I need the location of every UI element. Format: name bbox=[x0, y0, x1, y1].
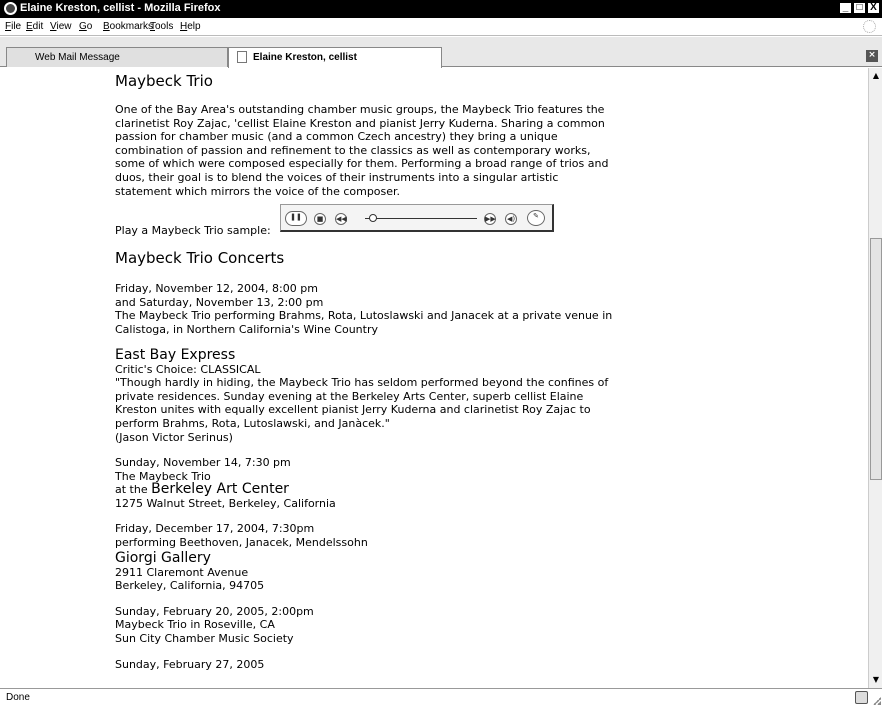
event-program: performing Beethoven, Janacek, Mendelsso… bbox=[115, 536, 368, 550]
review-line: private residences. Sunday evening at th… bbox=[115, 389, 584, 403]
review-line: "Though hardly in hiding, the Maybeck Tr… bbox=[115, 376, 609, 390]
audio-player: ❚❚ ■ ◀◀ ▶▶ ◀) ✎ bbox=[280, 204, 554, 233]
firefox-icon bbox=[4, 2, 17, 15]
minimize-button[interactable]: _ bbox=[839, 2, 852, 14]
menu-tools[interactable]: Tools bbox=[150, 21, 173, 32]
intro-line: passion for chamber music (and a common … bbox=[115, 130, 558, 144]
window-controls: _ □ X bbox=[839, 2, 880, 14]
menu-file[interactable]: File bbox=[5, 21, 21, 32]
event-line: Sunday, February 20, 2005, 2:00pm bbox=[115, 604, 314, 618]
title-bar: Elaine Kreston, cellist - Mozilla Firefo… bbox=[0, 0, 882, 18]
maximize-button[interactable]: □ bbox=[853, 2, 866, 14]
review-author: (Jason Victor Serinus) bbox=[115, 430, 233, 444]
event-address: Berkeley, California, 94705 bbox=[115, 579, 265, 593]
intro-line: statement which mirrors the voice of the… bbox=[115, 184, 401, 198]
scroll-thumb[interactable] bbox=[870, 238, 882, 480]
throbber-icon bbox=[863, 20, 876, 33]
review-line: Kreston unites with equally excellent pi… bbox=[115, 403, 591, 417]
event-feb27: Sunday, February 27, 2005 bbox=[115, 658, 655, 672]
sample-label: Play a Maybeck Trio sample: bbox=[115, 224, 271, 238]
menu-view[interactable]: View bbox=[50, 21, 72, 32]
event-calistoga: Friday, November 12, 2004, 8:00 pm and S… bbox=[115, 282, 655, 336]
close-tab-icon[interactable]: × bbox=[866, 50, 878, 62]
tab-label: Elaine Kreston, cellist bbox=[253, 52, 357, 63]
event-date: Sunday, November 14, 7:30 pm bbox=[115, 456, 291, 470]
intro-paragraph: One of the Bay Area's outstanding chambe… bbox=[115, 103, 655, 198]
menu-go[interactable]: Go bbox=[79, 21, 92, 32]
tab-bar: Web Mail Message Elaine Kreston, cellist… bbox=[0, 37, 882, 68]
intro-line: clarinetist Roy Zajac, 'cellist Elaine K… bbox=[115, 116, 605, 130]
event-line: Friday, November 12, 2004, 8:00 pm bbox=[115, 282, 318, 296]
event-date: Sunday, February 27, 2005 bbox=[115, 657, 265, 671]
venue-prefix: at the bbox=[115, 483, 148, 497]
event-line: Calistoga, in Northern California's Wine… bbox=[115, 322, 378, 336]
concerts-heading: Maybeck Trio Concerts bbox=[115, 249, 285, 268]
event-roseville: Sunday, February 20, 2005, 2:00pm Maybec… bbox=[115, 605, 655, 646]
venue-name: Giorgi Gallery bbox=[115, 549, 211, 566]
event-venue-line: at the Berkeley Art Center bbox=[115, 481, 655, 498]
vertical-scrollbar[interactable]: ▲ ▼ bbox=[868, 68, 882, 688]
intro-line: combination of passion and refinement to… bbox=[115, 143, 591, 157]
connection-icon bbox=[855, 691, 868, 704]
page-content: Maybeck Trio One of the Bay Area's outst… bbox=[0, 68, 868, 688]
close-button[interactable]: X bbox=[867, 2, 880, 14]
menu-bar: File Edit View Go Bookmarks Tools Help bbox=[0, 18, 882, 36]
tab-label: Web Mail Message bbox=[35, 52, 120, 63]
rewind-icon[interactable]: ◀◀ bbox=[335, 213, 347, 226]
review-block: East Bay Express Critic's Choice: CLASSI… bbox=[115, 347, 655, 445]
page-heading: Maybeck Trio bbox=[115, 72, 213, 90]
event-address: 2911 Claremont Avenue bbox=[115, 565, 249, 579]
review-subtitle: Critic's Choice: CLASSICAL bbox=[115, 362, 261, 376]
event-address: 1275 Walnut Street, Berkeley, California bbox=[115, 496, 336, 510]
status-text: Done bbox=[6, 692, 30, 703]
event-line: Maybeck Trio in Roseville, CA bbox=[115, 618, 275, 632]
window-title: Elaine Kreston, cellist - Mozilla Firefo… bbox=[20, 2, 221, 14]
menu-help[interactable]: Help bbox=[180, 21, 201, 32]
scroll-up-icon[interactable]: ▲ bbox=[870, 70, 882, 82]
status-bar: Done bbox=[0, 688, 882, 706]
tab-web-mail[interactable]: Web Mail Message bbox=[6, 47, 228, 67]
info-bubble-icon[interactable]: ✎ bbox=[527, 210, 545, 227]
intro-line: duos, their goal is to blend the voices … bbox=[115, 170, 559, 184]
menu-edit[interactable]: Edit bbox=[26, 21, 43, 32]
event-date: Friday, December 17, 2004, 7:30pm bbox=[115, 522, 315, 536]
event-line: The Maybeck Trio performing Brahms, Rota… bbox=[115, 309, 613, 323]
event-line: Sun City Chamber Music Society bbox=[115, 632, 294, 646]
venue-name: Berkeley Art Center bbox=[151, 481, 289, 498]
article: Maybeck Trio One of the Bay Area's outst… bbox=[115, 68, 655, 671]
intro-line: some of which were composed especially f… bbox=[115, 157, 609, 171]
menu-bookmarks[interactable]: Bookmarks bbox=[103, 21, 153, 32]
intro-line: One of the Bay Area's outstanding chambe… bbox=[115, 103, 605, 116]
play-pause-icon[interactable]: ❚❚ bbox=[285, 211, 307, 227]
volume-icon[interactable]: ◀) bbox=[505, 213, 517, 226]
scroll-down-icon[interactable]: ▼ bbox=[870, 674, 882, 686]
event-berkeley-art-center: Sunday, November 14, 7:30 pm The Maybeck… bbox=[115, 456, 655, 510]
event-giorgi-gallery: Friday, December 17, 2004, 7:30pm perfor… bbox=[115, 522, 655, 592]
stop-icon[interactable]: ■ bbox=[314, 213, 326, 226]
resize-grip-icon[interactable] bbox=[871, 695, 881, 705]
document-icon bbox=[237, 51, 247, 63]
event-line: and Saturday, November 13, 2:00 pm bbox=[115, 295, 324, 309]
tab-elaine-kreston[interactable]: Elaine Kreston, cellist bbox=[228, 47, 442, 68]
seek-handle[interactable] bbox=[368, 214, 377, 223]
review-source: East Bay Express bbox=[115, 346, 236, 363]
fast-forward-icon[interactable]: ▶▶ bbox=[484, 213, 496, 226]
sample-row: Play a Maybeck Trio sample: ❚❚ ■ ◀◀ ▶▶ ◀… bbox=[115, 202, 655, 238]
review-line: perform Brahms, Rota, Lutoslawski, and J… bbox=[115, 416, 390, 430]
seek-track[interactable] bbox=[365, 218, 477, 220]
